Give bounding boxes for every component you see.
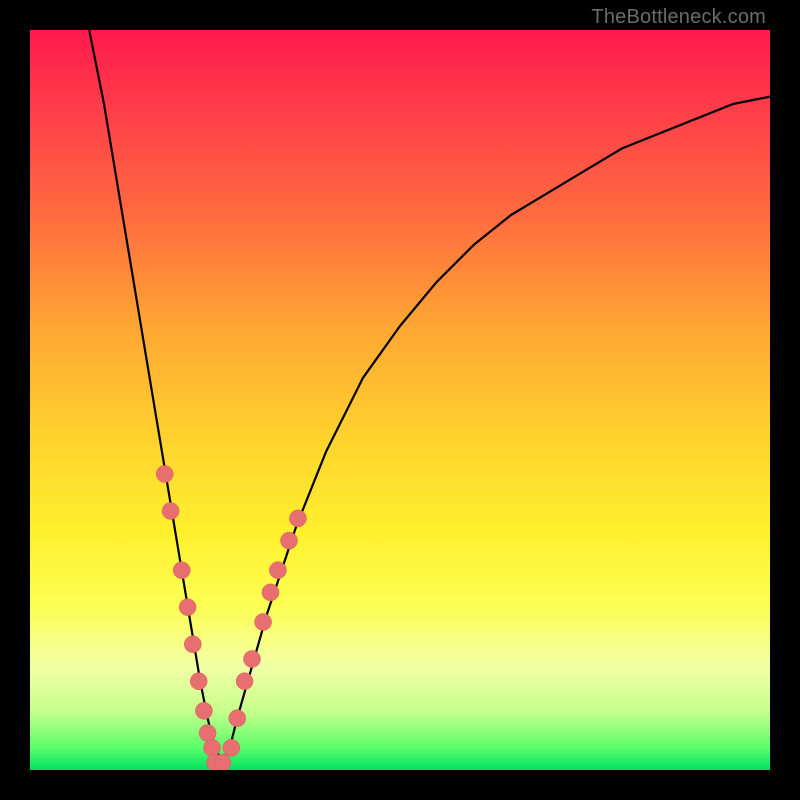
highlight-dot (179, 599, 196, 616)
curve-layer (30, 30, 770, 770)
highlight-dot (229, 710, 246, 727)
highlight-dot (173, 562, 190, 579)
highlight-dot (244, 651, 261, 668)
highlight-dot (199, 725, 216, 742)
highlight-dot (184, 636, 201, 653)
highlight-dot (281, 532, 298, 549)
plot-area (30, 30, 770, 770)
highlight-dot (204, 739, 221, 756)
highlight-dot (162, 503, 179, 520)
highlight-dot (236, 673, 253, 690)
highlight-dot (190, 673, 207, 690)
highlight-dot (255, 614, 272, 631)
chart-frame: TheBottleneck.com (0, 0, 800, 800)
highlight-dot (289, 510, 306, 527)
highlight-dots (156, 466, 306, 771)
highlight-dot (214, 754, 231, 770)
highlight-dot (195, 702, 212, 719)
highlight-dot (269, 562, 286, 579)
highlight-dot (262, 584, 279, 601)
watermark-text: TheBottleneck.com (591, 6, 766, 29)
highlight-dot (223, 739, 240, 756)
highlight-dot (156, 466, 173, 483)
